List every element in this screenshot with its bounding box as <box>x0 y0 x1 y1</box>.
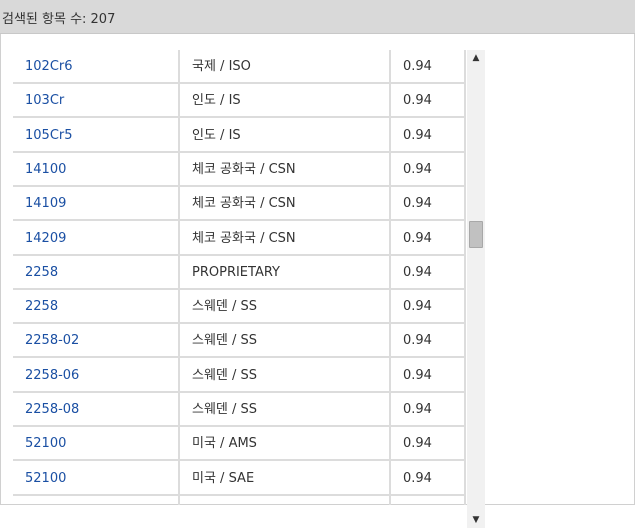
standard-cell: 스웨덴 / SS <box>192 299 258 315</box>
designation-link[interactable]: 52100 <box>25 462 66 496</box>
table-row[interactable]: 103Cr 인도 / IS 0.94 <box>13 84 466 119</box>
designation-link[interactable]: 52100 <box>25 427 66 461</box>
designation-link[interactable]: 2258-08 <box>25 393 79 427</box>
standard-cell: 미국 / AMS <box>192 436 257 452</box>
table-row[interactable]: 52100 미국 / SAE 0.94 <box>13 462 466 496</box>
table-row[interactable]: 2258-08 스웨덴 / SS 0.94 <box>13 393 466 427</box>
similarity-cell: 0.94 <box>403 59 432 74</box>
standard-cell: 체코 공화국 / CSN <box>192 196 296 212</box>
similarity-cell: 0.94 <box>403 196 432 212</box>
vertical-scrollbar[interactable]: ▲ ▼ <box>467 50 485 528</box>
designation-link[interactable]: 2258-02 <box>25 324 79 358</box>
results-table: 52100 미국 / SAE 0.94 52100 미국 / AMS 0.94 2258-0… <box>13 50 466 505</box>
similarity-cell: 0.94 <box>403 333 432 349</box>
designation-link[interactable]: 2258 <box>25 256 58 290</box>
designation-link[interactable]: 2258 <box>25 290 58 324</box>
similarity-cell: 0.94 <box>403 299 432 315</box>
standard-cell: 국제 / ISO <box>192 59 251 74</box>
scroll-thumb[interactable] <box>469 221 483 249</box>
scroll-down-arrow-icon[interactable]: ▼ <box>467 512 485 528</box>
similarity-cell: 0.94 <box>403 161 432 177</box>
table-row[interactable]: 52100 미국 / AMS 0.94 <box>13 427 466 462</box>
similarity-cell: 0.94 <box>403 402 432 417</box>
column-divider <box>464 50 466 505</box>
table-row[interactable]: 14209 체코 공화국 / CSN 0.94 <box>13 222 466 256</box>
standard-cell: 스웨덴 / SS <box>192 333 258 349</box>
designation-link[interactable]: 102Cr6 <box>25 50 73 84</box>
standard-cell: 스웨덴 / SS <box>192 402 258 417</box>
standard-cell: 체코 공화국 / CSN <box>192 230 296 246</box>
table-row[interactable]: 14100 체코 공화국 / CSN 0.94 <box>13 153 466 187</box>
similarity-cell: 0.94 <box>403 230 432 246</box>
similarity-cell: 0.94 <box>403 367 432 383</box>
designation-link[interactable]: 103Cr <box>25 84 64 118</box>
table-row[interactable]: 2258-06 스웨덴 / SS 0.94 <box>13 359 466 393</box>
standard-cell: 스웨덴 / SS <box>192 367 258 383</box>
results-panel: 52100 미국 / SAE 0.94 52100 미국 / AMS 0.94 2258-0… <box>0 34 635 528</box>
similarity-cell: 0.94 <box>403 470 432 486</box>
similarity-cell: 0.94 <box>403 93 432 109</box>
similarity-cell: 0.94 <box>403 127 432 143</box>
similarity-cell: 0.94 <box>403 264 432 280</box>
standard-cell: PROPRIETARY <box>192 264 280 280</box>
table-row[interactable]: 2258 스웨덴 / SS 0.94 <box>13 290 466 325</box>
result-count: 검색된 항목 수: 207 <box>2 12 116 27</box>
designation-link[interactable]: 14100 <box>25 153 66 187</box>
table-row[interactable]: 2258-02 스웨덴 / SS 0.94 <box>13 324 466 359</box>
designation-link[interactable]: 2258-06 <box>25 359 79 393</box>
standard-cell: 체코 공화국 / CSN <box>192 161 296 177</box>
standard-cell: 인도 / IS <box>192 127 241 143</box>
standard-cell: 인도 / IS <box>192 93 241 109</box>
designation-link[interactable]: 14109 <box>25 187 66 221</box>
column-divider <box>178 50 180 505</box>
designation-link[interactable]: 14209 <box>25 222 66 256</box>
results-header: 검색된 항목 수: 207 <box>0 0 635 34</box>
table-row[interactable]: 14109 체코 공화국 / CSN 0.94 <box>13 187 466 222</box>
table-row[interactable]: 102Cr6 국제 / ISO 0.94 <box>13 50 466 84</box>
standard-cell: 미국 / SAE <box>192 470 255 486</box>
designation-link[interactable]: 105Cr5 <box>25 119 73 153</box>
similarity-cell: 0.94 <box>403 436 432 452</box>
scroll-up-arrow-icon[interactable]: ▲ <box>467 50 485 66</box>
table-row[interactable]: 2258 PROPRIETARY 0.94 <box>13 256 466 290</box>
column-divider <box>389 50 391 505</box>
table-row[interactable]: 105Cr5 인도 / IS 0.94 <box>13 119 466 153</box>
